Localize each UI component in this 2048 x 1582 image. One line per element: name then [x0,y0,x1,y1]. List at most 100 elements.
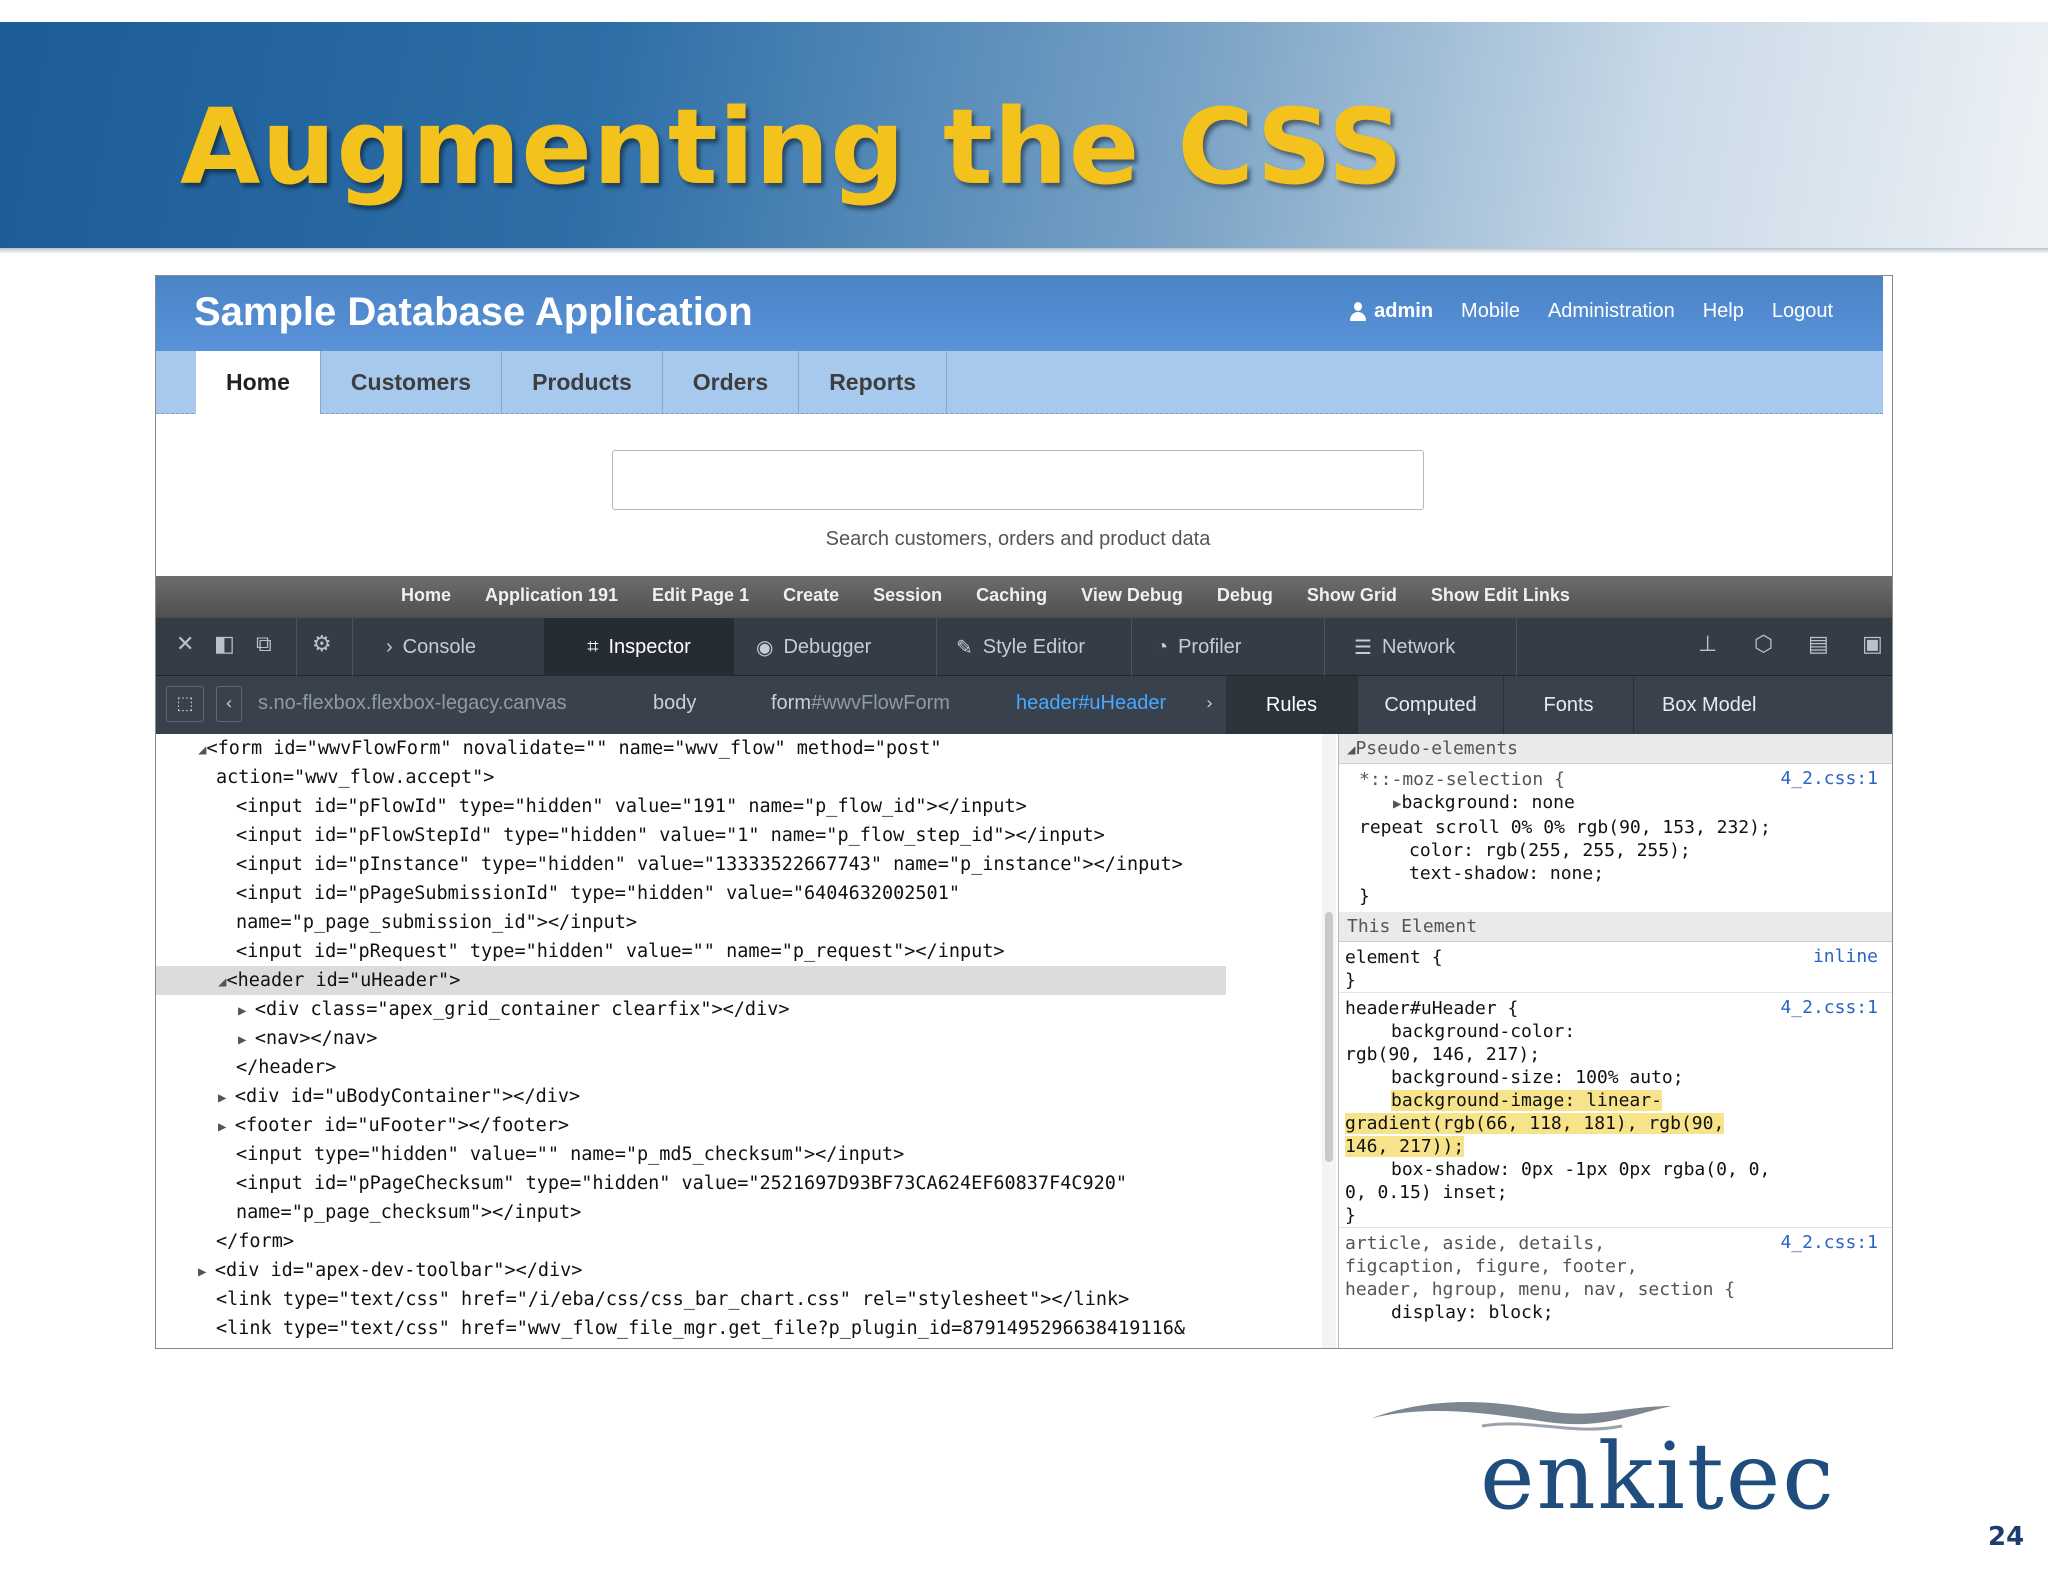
markup-line[interactable]: ▶ <footer id="uFooter"></footer> [156,1111,1226,1140]
tab-rules[interactable]: Rules [1226,676,1358,734]
markup-line[interactable]: name="p_page_submission_id"></input> [156,908,1226,937]
network-icon: ☰ [1354,636,1372,659]
dock-side-icon[interactable]: ◧ [214,632,235,657]
rule-selector: element { [1345,947,1443,968]
rule-property[interactable]: box-shadow: 0px -1px 0px rgba(0, 0, [1339,1158,1892,1181]
tab-fonts[interactable]: Fonts [1504,676,1634,734]
help-link[interactable]: Help [1703,300,1744,323]
markup-line[interactable]: <input id="pPageSubmissionId" type="hidd… [156,879,1226,908]
search-input[interactable] [612,450,1424,510]
svg-text:enkitec: enkitec [1480,1423,1836,1526]
rule-property[interactable]: display: block; [1339,1301,1892,1324]
breadcrumb-form[interactable]: form#wwvFlowForm [771,692,950,715]
devbar-caching[interactable]: Caching [976,585,1047,606]
profiler-icon: ◔ [1156,635,1169,658]
tab-products[interactable]: Products [502,351,663,414]
rule-property[interactable]: background-color: [1339,1020,1892,1043]
rule-property[interactable]: background-size: 100% auto; [1339,1066,1892,1089]
paint-flashing-icon[interactable]: ⊥ [1698,632,1717,657]
tab-profiler[interactable]: ◔ Profiler [1156,618,1296,676]
tab-orders[interactable]: Orders [663,351,800,414]
markup-line[interactable]: ◢<form id="wwvFlowForm" novalidate="" na… [156,734,1226,763]
markup-line[interactable]: <input id="pRequest" type="hidden" value… [156,937,1226,966]
sidebar-tabs: Rules Computed Fonts Box Model [1226,676,1892,734]
scratchpad-icon[interactable]: ▤ [1808,632,1829,657]
markup-line[interactable]: ▶ <div class="apex_grid_container clearf… [156,995,1226,1024]
markup-line[interactable]: </header> [156,1053,1226,1082]
devbar-view-debug[interactable]: View Debug [1081,585,1183,606]
tab-customers[interactable]: Customers [321,351,503,414]
breadcrumb-header[interactable]: header#uHeader [1016,692,1166,715]
markup-line[interactable]: <input id="pFlowStepId" type="hidden" va… [156,821,1226,850]
rule-property[interactable]: text-shadow: none; [1339,862,1892,885]
markup-line[interactable]: <link type="text/css" href="/i/eba/css/c… [156,1285,1226,1314]
user-icon [1348,301,1368,322]
close-icon[interactable]: ✕ [176,632,194,657]
rule-selector: header, hgroup, menu, nav, section { [1345,1279,1736,1300]
apex-dev-toolbar: Home Application 191 Edit Page 1 Create … [156,576,1892,618]
tab-box-model[interactable]: Box Model [1634,676,1892,734]
markup-line[interactable]: action="wwv_flow.accept"> [156,763,1226,792]
devbar-session[interactable]: Session [873,585,942,606]
user-link[interactable]: admin [1348,300,1433,323]
markup-line-selected[interactable]: ◢<header id="uHeader"> [156,966,1226,995]
devbar-show-edit-links[interactable]: Show Edit Links [1431,585,1570,606]
style-editor-icon: ✎ [956,636,973,659]
devbar-create[interactable]: Create [783,585,839,606]
tab-console[interactable]: › Console [386,618,536,676]
app-title: Sample Database Application [194,290,753,334]
responsive-icon[interactable]: ▣ [1862,632,1883,657]
tab-network[interactable]: ☰ Network [1354,618,1504,676]
markup-line[interactable]: <input type="hidden" value="" name="p_md… [156,1140,1226,1169]
markup-line[interactable]: ▶ <div id="apex-dev-toolbar"></div> [156,1256,1226,1285]
tab-inspector[interactable]: ⌗ Inspector [544,618,734,676]
administration-link[interactable]: Administration [1548,300,1675,323]
breadcrumb-html[interactable]: s.no-flexbox.flexbox-legacy.canvas [258,692,567,715]
markup-scroll-thumb[interactable] [1325,912,1333,1162]
gear-icon[interactable]: ⚙ [312,632,332,657]
markup-line[interactable]: ▶ <nav></nav> [156,1024,1226,1053]
logout-link[interactable]: Logout [1772,300,1833,323]
tab-reports[interactable]: Reports [799,351,948,414]
tab-style-editor[interactable]: ✎ Style Editor [956,618,1116,676]
rule-close: } [1345,1205,1356,1226]
pick-element-icon[interactable]: ⬚ [166,686,204,722]
markup-line[interactable]: <link type="text/css" href="wwv_flow_fil… [156,1314,1226,1343]
mobile-link[interactable]: Mobile [1461,300,1520,323]
rule-source-link[interactable]: 4_2.css:1 [1780,1232,1878,1253]
tab-home[interactable]: Home [196,351,321,414]
app-nav: admin Mobile Administration Help Logout [1348,300,1833,323]
devtools-toolbar: ✕ ◧ ⧉ ⚙ › Console ⌗ Inspector ◉ Debugger… [156,618,1892,676]
markup-line[interactable]: <input id="pPageChecksum" type="hidden" … [156,1169,1226,1198]
separate-window-icon[interactable]: ⧉ [256,632,272,657]
markup-panel: ◢<form id="wwvFlowForm" novalidate="" na… [156,734,1226,1348]
pseudo-elements-header[interactable]: ◢Pseudo-elements [1339,734,1892,764]
devbar-home[interactable]: Home [401,585,451,606]
rule-source-link[interactable]: 4_2.css:1 [1780,768,1878,789]
devbar-edit-page[interactable]: Edit Page 1 [652,585,749,606]
markup-line[interactable]: </form> [156,1227,1226,1256]
rule-selector: figcaption, figure, footer, [1345,1256,1638,1277]
devbar-debug[interactable]: Debug [1217,585,1273,606]
breadcrumb-next-icon[interactable]: › [1206,686,1226,722]
rule-property[interactable]: ▶background: none [1339,791,1892,816]
rule-property[interactable]: color: rgb(255, 255, 255); [1339,839,1892,862]
markup-line[interactable]: name="p_page_checksum"></input> [156,1198,1226,1227]
rule-property-highlighted[interactable]: background-image: linear- [1339,1089,1892,1112]
3d-view-icon[interactable]: ⬡ [1754,632,1773,657]
breadcrumb-body[interactable]: body [653,692,696,715]
devbar-show-grid[interactable]: Show Grid [1307,585,1397,606]
breadcrumb-prev-button[interactable]: ‹ [216,686,242,722]
tab-computed[interactable]: Computed [1358,676,1504,734]
markup-scrollbar[interactable] [1322,734,1336,1348]
tab-debugger[interactable]: ◉ Debugger [756,618,916,676]
markup-line[interactable]: ▶ <div id="uBodyContainer"></div> [156,1082,1226,1111]
inspector-icon: ⌗ [587,635,599,658]
markup-line[interactable]: <input id="pInstance" type="hidden" valu… [156,850,1226,879]
rule-source-link[interactable]: 4_2.css:1 [1780,997,1878,1018]
rule-close: } [1359,886,1370,907]
markup-line[interactable]: <input id="pFlowId" type="hidden" value=… [156,792,1226,821]
devbar-application[interactable]: Application 191 [485,585,618,606]
breadcrumb: ⬚ ‹ s.no-flexbox.flexbox-legacy.canvas b… [156,676,1226,734]
enkitec-logo: enkitec [1372,1401,1836,1526]
